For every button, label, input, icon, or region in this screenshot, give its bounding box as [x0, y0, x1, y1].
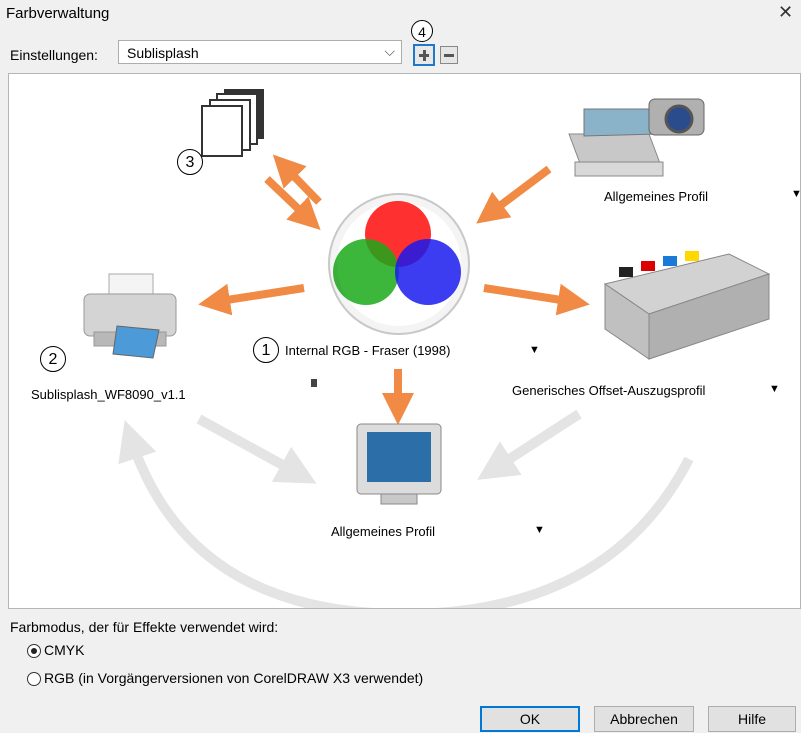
callout-4: 4	[411, 20, 433, 42]
callout-2: 2	[40, 346, 66, 372]
help-button[interactable]: Hilfe	[708, 706, 796, 732]
scanner-profile-dropdown[interactable]: ▼	[791, 188, 800, 200]
scanner-profile-label: Allgemeines Profil	[604, 189, 709, 204]
printer-profile-dropdown[interactable]	[311, 379, 317, 387]
monitor-profile-label: Allgemeines Profil	[331, 524, 436, 539]
settings-label: Einstellungen:	[10, 47, 98, 63]
monitor-profile-dropdown[interactable]: ▼	[534, 524, 545, 536]
radio-cmyk[interactable]	[27, 644, 41, 658]
chevron-down-icon: ⌵	[384, 43, 395, 59]
effects-color-mode-label: Farbmodus, der für Effekte verwendet wir…	[10, 619, 279, 635]
printer-icon	[83, 273, 177, 359]
press-profile-label: Generisches Offset-Auszugsprofil	[512, 383, 706, 398]
close-icon[interactable]: ✕	[778, 2, 793, 23]
monitor-icon	[356, 423, 442, 505]
orange-arrow-to-press	[483, 283, 590, 316]
color-workflow-panel: 3 2 1 Internal RGB - Fraser (1998) ▼ All…	[8, 73, 801, 609]
scanner-camera-icon	[568, 98, 705, 177]
orange-arrow-to-printer	[198, 283, 305, 316]
window-title: Farbverwaltung	[6, 5, 110, 22]
radio-rgb-label[interactable]: RGB (in Vorgängerversionen von CorelDRAW…	[44, 670, 423, 686]
callout-1: 1	[253, 337, 279, 363]
printer-profile-label: Sublisplash_WF8090_v1.1	[31, 387, 186, 402]
radio-rgb[interactable]	[27, 672, 41, 686]
center-profile-dropdown[interactable]: ▼	[529, 344, 540, 356]
ok-button[interactable]: OK	[480, 706, 580, 732]
gray-arrow-left	[196, 414, 317, 484]
offset-press-icon	[603, 251, 771, 360]
press-profile-dropdown[interactable]: ▼	[769, 383, 780, 395]
settings-select-value: Sublisplash	[127, 45, 199, 61]
documents-icon	[201, 89, 264, 157]
radio-cmyk-label[interactable]: CMYK	[44, 642, 84, 658]
cancel-button[interactable]: Abbrechen	[594, 706, 694, 732]
gray-arrow-right	[477, 409, 582, 480]
rgb-color-wheel-icon	[328, 193, 470, 335]
orange-arrow-from-scanner	[476, 165, 552, 224]
callout-3: 3	[177, 149, 203, 175]
settings-select[interactable]: Sublisplash ⌵	[118, 40, 402, 64]
add-preset-button[interactable]	[413, 44, 435, 66]
center-profile-label: Internal RGB - Fraser (1998)	[285, 343, 451, 358]
remove-preset-button[interactable]	[440, 46, 458, 64]
